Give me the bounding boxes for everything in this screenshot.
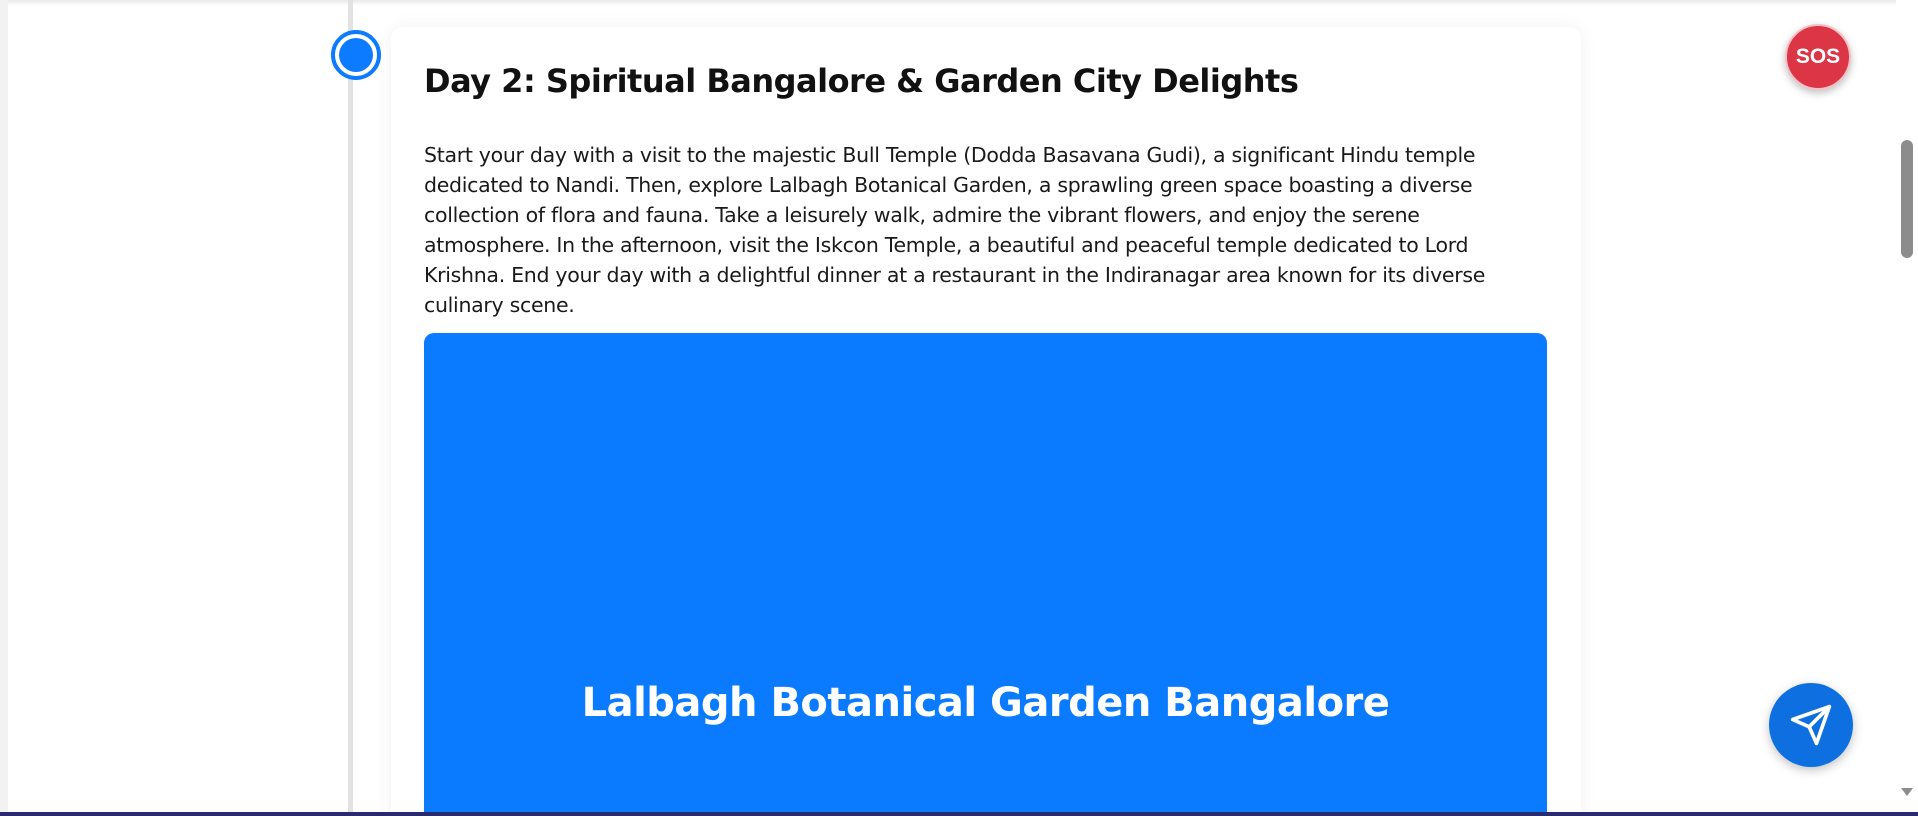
timeline-line [348,0,353,816]
sos-label: SOS [1795,45,1841,68]
send-button[interactable] [1769,683,1853,767]
top-shadow [0,0,1896,6]
send-icon [1790,704,1832,746]
day-description: Start your day with a visit to the majes… [424,143,1486,317]
scrollbar-thumb[interactable] [1901,140,1913,258]
scroll-down-arrow-icon[interactable] [1901,788,1913,796]
sos-button[interactable]: SOS [1785,24,1851,90]
vertical-scrollbar[interactable] [1896,0,1918,816]
page: Day 2: Spiritual Bangalore & Garden City… [0,0,1918,816]
day-title: Day 2: Spiritual Bangalore & Garden City… [424,62,1299,100]
timeline-marker [331,30,381,80]
timeline-marker-inner [339,38,373,72]
bottom-edge [0,812,1918,816]
place-image: Lalbagh Botanical Garden Bangalore [424,333,1547,816]
place-image-title: Lalbagh Botanical Garden Bangalore [581,680,1390,726]
left-frame [0,0,8,816]
